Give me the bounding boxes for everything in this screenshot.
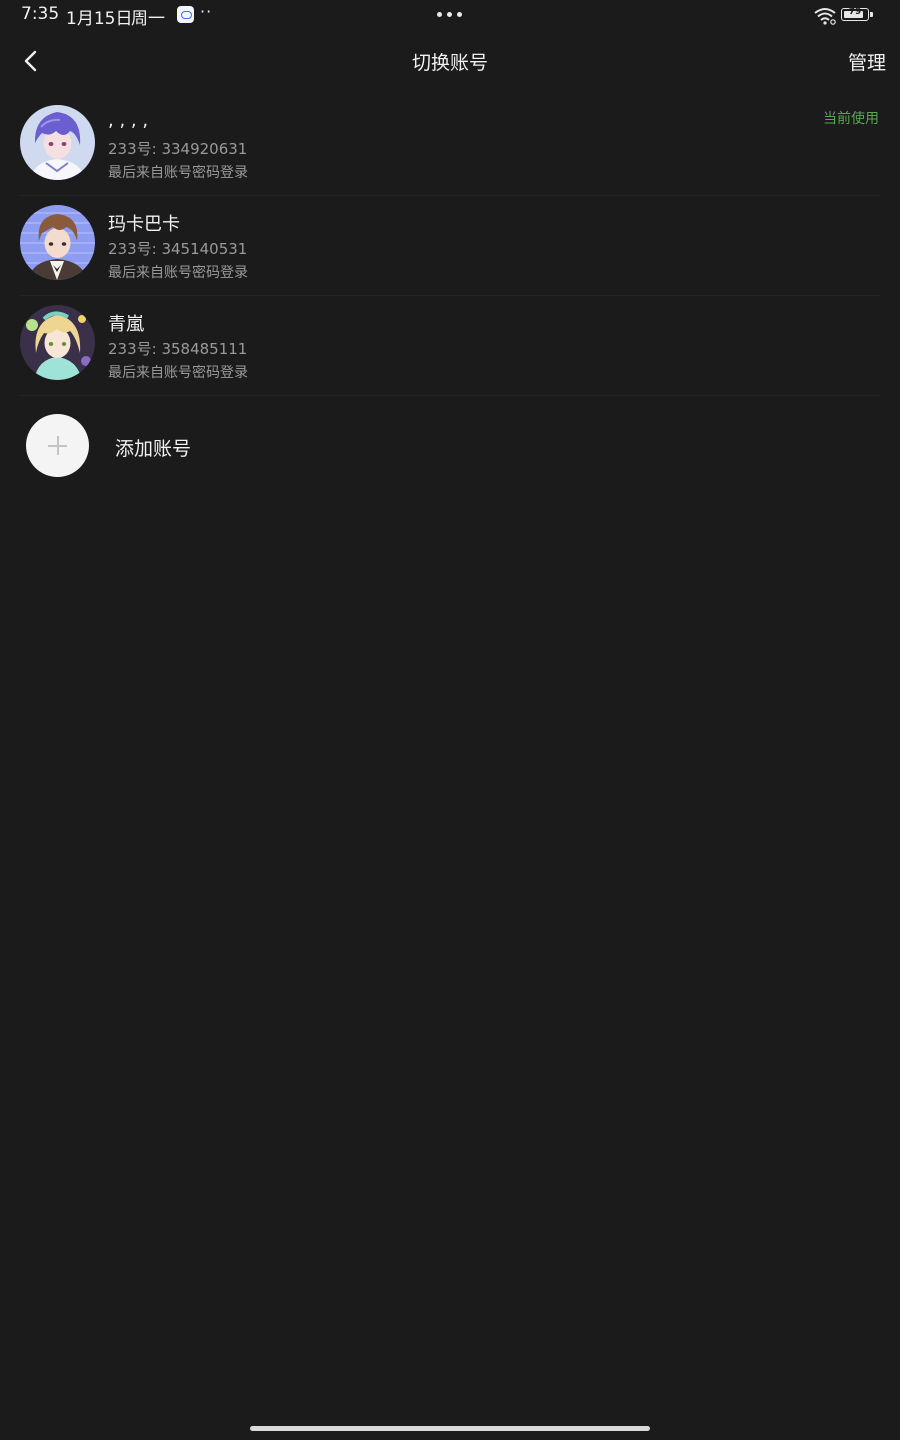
chevron-left-icon <box>24 50 37 72</box>
more-notifications-icon: ·· <box>200 2 213 21</box>
account-login-method: 最后来自账号密码登录 <box>108 265 248 281</box>
home-indicator[interactable] <box>250 1426 650 1431</box>
account-list: , , , , 233号: 334920631 最后来自账号密码登录 当前使用 … <box>0 96 900 396</box>
account-login-method: 最后来自账号密码登录 <box>108 165 248 181</box>
account-item[interactable]: 青嵐 233号: 358485111 最后来自账号密码登录 <box>0 296 900 396</box>
back-button[interactable] <box>18 46 46 76</box>
status-date: 1月15日 <box>66 9 133 29</box>
avatar <box>20 305 95 380</box>
window-menu-dots-icon[interactable] <box>437 12 465 18</box>
avatar <box>20 105 95 180</box>
notification-app-icon <box>177 6 194 23</box>
battery-icon: 79 <box>841 7 873 21</box>
avatar <box>20 205 95 280</box>
current-account-badge: 当前使用 <box>823 111 879 127</box>
wifi-icon <box>814 8 836 25</box>
status-weekday: 周一 <box>131 9 165 29</box>
plus-icon <box>26 414 89 477</box>
account-name: 青嵐 <box>108 314 144 335</box>
divider <box>20 395 880 396</box>
account-id: 233号: 345140531 <box>108 240 248 258</box>
account-login-method: 最后来自账号密码登录 <box>108 365 248 381</box>
page-title: 切换账号 <box>411 52 488 74</box>
account-id: 233号: 358485111 <box>108 340 248 358</box>
account-item[interactable]: 玛卡巴卡 233号: 345140531 最后来自账号密码登录 <box>0 196 900 296</box>
account-item[interactable]: , , , , 233号: 334920631 最后来自账号密码登录 当前使用 <box>0 96 900 196</box>
manage-button[interactable]: 管理 <box>848 48 886 75</box>
add-account-label: 添加账号 <box>115 438 192 460</box>
add-account-button[interactable]: 添加账号 <box>0 410 900 480</box>
battery-level: 79 <box>848 7 862 17</box>
status-time: 7:35 <box>21 4 60 24</box>
account-name: 玛卡巴卡 <box>108 214 180 235</box>
status-bar: 7:35 1月15日 周一 ·· 79 <box>0 0 900 30</box>
account-name: , , , , <box>108 110 149 131</box>
account-id: 233号: 334920631 <box>108 140 248 158</box>
